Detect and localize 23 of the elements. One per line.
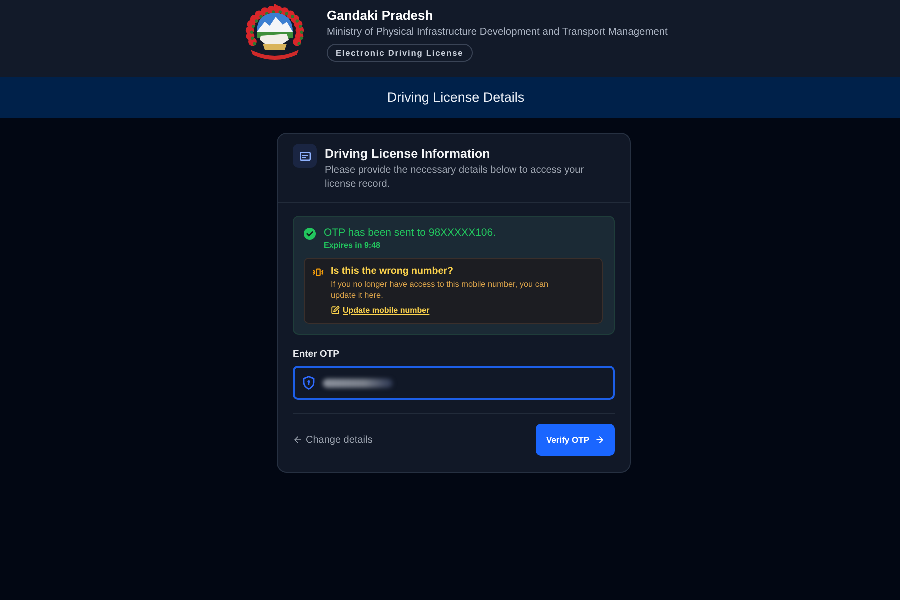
ministry-name: Ministry of Physical Infrastructure Development and Transport Management (327, 26, 668, 40)
check-circle-icon (304, 228, 316, 240)
arrow-left-icon (293, 435, 303, 445)
shield-icon (303, 376, 315, 390)
card-description: Please provide the necessary details below to access your license record. (325, 164, 586, 191)
otp-sent-message: OTP has been sent to 98XXXXX106. (324, 227, 496, 240)
arrow-right-icon (594, 435, 604, 445)
page-title: Driving License Details (387, 90, 525, 105)
service-badge: Electronic Driving License (327, 44, 473, 62)
warning-message: If you no longer have access to this mobile number, you can update it here. (331, 279, 550, 301)
verify-otp-button[interactable]: Verify OTP (536, 424, 615, 456)
expiry-text: Expires in 9:48 (324, 241, 382, 251)
site-title: Gandaki Pradesh (327, 7, 434, 24)
card-icon (300, 152, 310, 160)
otp-input-field[interactable] (293, 366, 615, 400)
blurred-value-drawing (323, 378, 393, 388)
edit-icon (331, 306, 340, 315)
card-title: Driving License Information (325, 147, 492, 162)
field-label: Enter OTP (293, 349, 340, 361)
phone-vibrate-icon (313, 267, 324, 278)
change-details-link[interactable]: Change details (293, 434, 373, 446)
update-number-link[interactable]: Update mobile number (331, 305, 430, 316)
warning-title: Is this the wrong number? (331, 266, 454, 278)
